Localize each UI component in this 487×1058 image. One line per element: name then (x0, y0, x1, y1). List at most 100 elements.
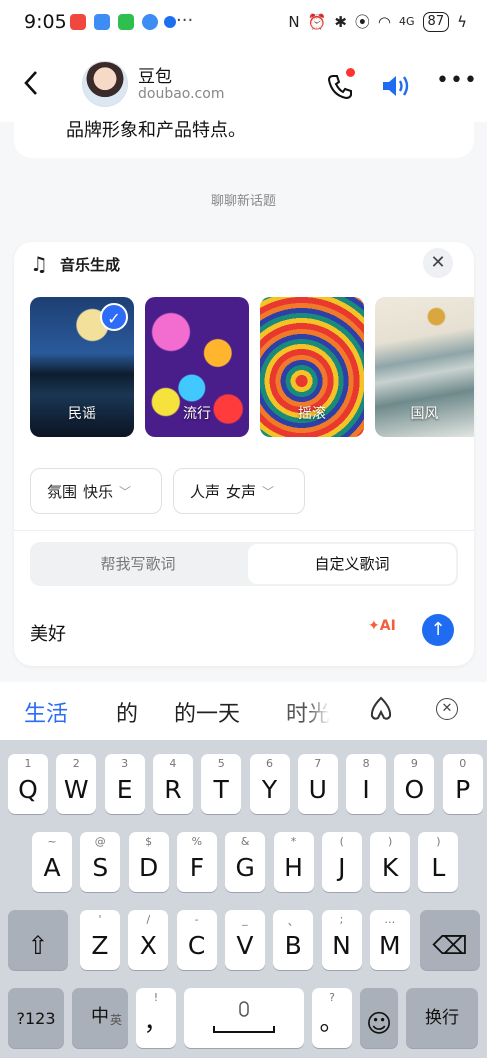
key-c[interactable]: -C (176, 910, 217, 970)
key-t[interactable]: 5T (201, 754, 242, 814)
key-w[interactable]: 2W (56, 754, 97, 814)
space-key[interactable] (184, 988, 304, 1048)
emoji-key[interactable]: ☺ (360, 988, 398, 1048)
app-notification-icon (70, 14, 86, 30)
key-x[interactable]: / X (128, 910, 169, 970)
vibrate-icon: ⦿ (354, 13, 370, 31)
mood-dropdown[interactable]: 氛围 快乐 ﹀ (30, 468, 162, 514)
comma-key[interactable]: !， (136, 988, 176, 1048)
chevron-down-icon: ﹀ (262, 484, 275, 499)
numbers-key[interactable]: ?123 (8, 988, 64, 1048)
key-label: 。 (319, 1007, 345, 1036)
wifi-icon: ◠ (377, 12, 392, 31)
key-secondary-label: ) (436, 835, 441, 848)
key-label: W (63, 775, 89, 804)
key-label: N (332, 931, 351, 960)
chat-header: 豆包 doubao.com ••• (0, 46, 487, 122)
key-secondary-label: * (290, 835, 297, 848)
key-label: ， (143, 1007, 169, 1036)
key-h[interactable]: * H (273, 832, 314, 892)
backspace-key[interactable]: ⌫ (420, 910, 480, 970)
style-folk[interactable]: ✓ 民谣 (30, 297, 134, 437)
close-icon[interactable]: ✕ (423, 248, 453, 278)
key-p[interactable]: 0P (442, 754, 483, 814)
key-secondary-label: % (191, 835, 203, 848)
key-l[interactable]: ) L (418, 832, 459, 892)
key-n[interactable]: ; N (321, 910, 362, 970)
status-bar: 9:05 ··· Ν ⏰ ✱ ⦿ ◠ 4G 87 ϟ (0, 0, 487, 46)
candidate-word[interactable]: 时光 (286, 696, 330, 728)
key-v[interactable]: _ V (224, 910, 265, 970)
key-s[interactable]: @ S (80, 832, 121, 892)
key-label: ⌫ (432, 931, 468, 960)
key-d[interactable]: $ D (128, 832, 169, 892)
status-time: 9:05 (24, 11, 67, 33)
key-secondary-label: 8 (362, 757, 370, 770)
key-i[interactable]: 8I (346, 754, 387, 814)
app-notification-icon (118, 14, 134, 30)
key-u[interactable]: 7U (297, 754, 338, 814)
key-secondary-label: - (194, 913, 199, 926)
voice-dropdown[interactable]: 人声 女声 ﹀ (173, 468, 305, 514)
ai-generate-button[interactable]: ✦AI (368, 618, 396, 634)
shift-key[interactable]: ⇧ (8, 910, 68, 970)
key-secondary-label: ; (339, 913, 344, 926)
key-label: R (164, 775, 182, 804)
voice-label: 人声 (190, 482, 221, 501)
key-label: L (431, 853, 446, 882)
back-arrow-icon[interactable] (18, 68, 46, 98)
style-pop[interactable]: 流行 (145, 297, 249, 437)
key-q[interactable]: 1Q (8, 754, 48, 814)
key-label: O (404, 775, 425, 804)
avatar[interactable] (82, 61, 128, 107)
key-secondary-label: 1 (24, 757, 32, 770)
key-m[interactable]: … M (369, 910, 410, 970)
key-r[interactable]: 4R (152, 754, 193, 814)
key-secondary-label: ) (387, 835, 393, 848)
notification-dot (346, 68, 355, 77)
key-label: J (338, 853, 346, 882)
divider (14, 530, 474, 531)
key-y[interactable]: 6Y (249, 754, 290, 814)
key-e[interactable]: 3E (104, 754, 145, 814)
key-b[interactable]: 、 B (273, 910, 314, 970)
tab-write-lyrics[interactable]: 帮我写歌词 (30, 542, 246, 586)
key-label: U (308, 775, 327, 804)
style-label: 流行 (183, 406, 211, 422)
ime-logo-icon[interactable] (366, 694, 396, 724)
nfc-icon: Ν (288, 12, 300, 31)
close-candidates-icon[interactable]: ✕ (436, 698, 458, 720)
candidate-word[interactable]: 生活 (24, 696, 68, 728)
key-secondary-label: 6 (266, 757, 273, 770)
bot-name: 豆包 (138, 67, 172, 87)
charging-icon: ϟ (457, 12, 467, 31)
key-j[interactable]: (J (321, 832, 362, 892)
candidate-word[interactable]: 的 (116, 696, 138, 728)
bluetooth-icon: ✱ (334, 12, 347, 31)
send-button[interactable]: ↑ (422, 614, 454, 646)
style-chinese[interactable]: 国风 (375, 297, 474, 437)
key-f[interactable]: % F (176, 832, 217, 892)
enter-key[interactable]: 换行 (406, 988, 478, 1048)
key-a[interactable]: ~ A (32, 832, 72, 892)
key-label: 换行 (425, 1008, 459, 1028)
key-z[interactable]: ' Z (80, 910, 120, 970)
key-label: K (381, 853, 399, 882)
language-key[interactable]: 中英 (72, 988, 128, 1048)
mood-value: 快乐 (83, 482, 114, 501)
speaker-icon[interactable] (380, 72, 412, 100)
period-key[interactable]: ?。 (312, 988, 352, 1048)
lyrics-input[interactable]: 美好 (30, 620, 66, 646)
key-secondary-label: 2 (72, 757, 80, 770)
key-secondary-label: 4 (169, 757, 177, 770)
key-o[interactable]: 9O (394, 754, 435, 814)
tab-custom-lyrics[interactable]: 自定义歌词 (248, 544, 456, 584)
style-rock[interactable]: 摇滚 (260, 297, 364, 437)
key-k[interactable]: ) K (370, 832, 411, 892)
app-notification-icon (164, 16, 176, 28)
new-topic-link[interactable]: 聊聊新话题 (0, 190, 487, 209)
mood-label: 氛围 (47, 482, 78, 501)
key-g[interactable]: & G (225, 832, 266, 892)
candidate-word[interactable]: 的一天 (174, 696, 240, 728)
more-options-icon[interactable]: ••• (436, 70, 478, 92)
